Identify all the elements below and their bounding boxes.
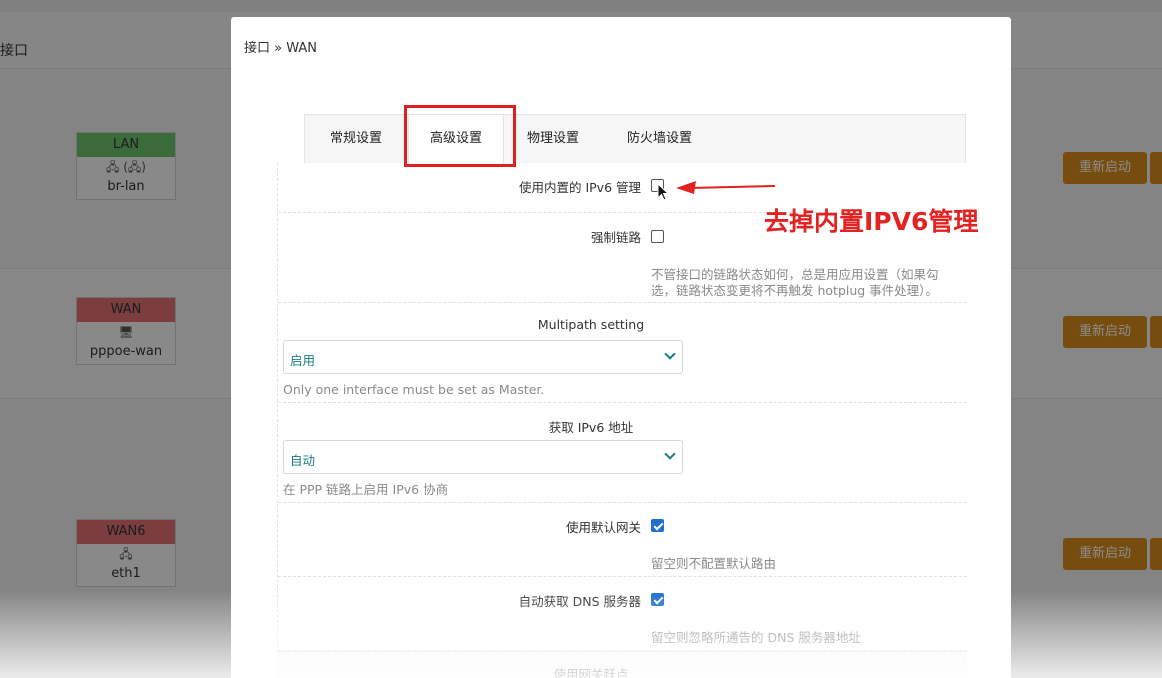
field-label: 自动获取 DNS 服务器 — [518, 594, 641, 609]
field-label: 使用默认网关 — [565, 520, 641, 535]
mouse-cursor-icon — [657, 183, 669, 201]
breadcrumb: 接口 » WAN — [244, 41, 317, 56]
select-value: 启用 — [290, 353, 316, 368]
field-help: 在 PPP 链路上启用 IPv6 协商 — [283, 482, 449, 497]
annotation-highlight-box — [404, 105, 516, 167]
interface-edit-modal: 接口 » WAN 常规设置 高级设置 物理设置 防火墙设置 使用内置的 IPv6… — [231, 17, 1011, 678]
multipath-select[interactable]: 启用 — [283, 340, 683, 374]
ipv6-address-select[interactable]: 自动 — [283, 440, 683, 474]
select-value: 自动 — [290, 453, 316, 468]
field-help: 不管接口的链路状态如何，总是用应用设置（如果勾选，链路状态变更将不再触发 hot… — [651, 267, 939, 298]
chevron-down-icon — [664, 348, 676, 360]
field-multipath: Multipath setting 启用 Only one interface … — [278, 303, 967, 403]
field-help: 留空则忽略所通告的 DNS 服务器地址 — [651, 630, 861, 645]
field-label: 使用网关跃点 — [553, 667, 629, 678]
field-label: 获取 IPv6 地址 — [548, 420, 634, 435]
field-label: 强制链路 — [590, 230, 641, 245]
field-default-gateway: 使用默认网关 留空则不配置默认路由 — [278, 503, 967, 577]
field-gateway-metric: 使用网关跃点 — [278, 651, 967, 678]
tab-physical[interactable]: 物理设置 — [527, 115, 579, 164]
force-link-checkbox[interactable] — [651, 230, 664, 243]
field-ipv6-address: 获取 IPv6 地址 自动 在 PPP 链路上启用 IPv6 协商 — [278, 403, 967, 503]
default-gateway-checkbox[interactable] — [651, 519, 664, 532]
field-help: Only one interface must be set as Master… — [283, 382, 545, 397]
chevron-down-icon — [664, 448, 676, 460]
advanced-settings-form: 使用内置的 IPv6 管理 强制链路 不管接口的链路状态如何，总是用应用设置（如… — [277, 163, 967, 678]
field-help: 留空则不配置默认路由 — [651, 556, 777, 571]
auto-dns-checkbox[interactable] — [651, 593, 664, 606]
tab-firewall[interactable]: 防火墙设置 — [627, 115, 692, 164]
annotation-arrow-icon — [676, 181, 776, 194]
tab-general[interactable]: 常规设置 — [330, 115, 382, 164]
field-label: Multipath setting — [537, 317, 645, 332]
field-auto-dns: 自动获取 DNS 服务器 留空则忽略所通告的 DNS 服务器地址 — [278, 577, 967, 651]
field-label: 使用内置的 IPv6 管理 — [518, 180, 641, 195]
annotation-text: 去掉内置IPV6管理 — [764, 207, 979, 236]
